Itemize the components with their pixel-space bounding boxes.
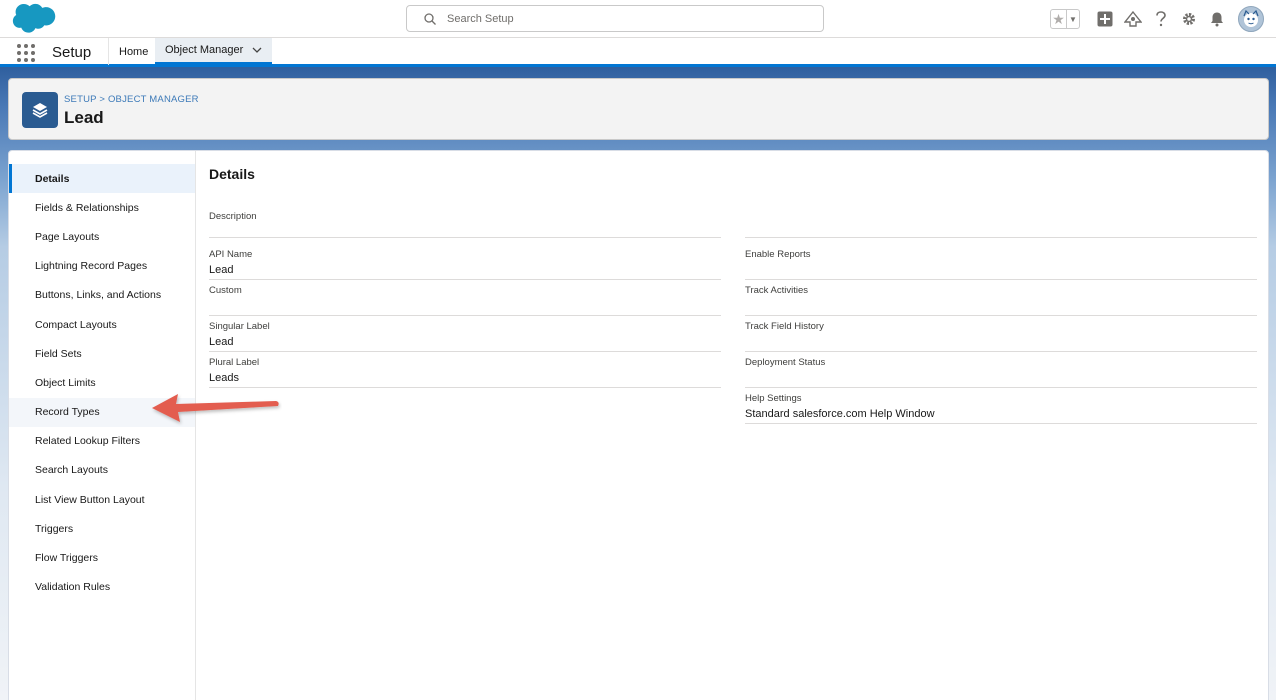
breadcrumb: SETUP > OBJECT MANAGER bbox=[64, 94, 199, 105]
avatar[interactable] bbox=[1238, 6, 1264, 32]
sidebar-item-label: Validation Rules bbox=[35, 581, 111, 594]
field-plural-label: Plural Label Leads bbox=[209, 352, 721, 388]
sidebar-item-label: Buttons, Links, and Actions bbox=[35, 289, 162, 302]
add-icon[interactable] bbox=[1096, 10, 1114, 28]
field-value: Lead bbox=[209, 336, 234, 348]
tab-home-label: Home bbox=[119, 45, 149, 58]
sidebar-item-label: Fields & Relationships bbox=[35, 201, 139, 214]
annotation-arrow-icon bbox=[152, 394, 279, 422]
sidebar-item-label: Field Sets bbox=[35, 347, 82, 360]
help-icon[interactable] bbox=[1152, 10, 1170, 28]
sidebar-item-label: Compact Layouts bbox=[35, 318, 117, 331]
field-label: Singular Label bbox=[209, 321, 270, 332]
global-header: ★ ▼ bbox=[0, 0, 1276, 38]
breadcrumb-object-manager[interactable]: OBJECT MANAGER bbox=[108, 94, 199, 105]
field-custom: Custom bbox=[209, 280, 721, 316]
sidebar-item-label: Related Lookup Filters bbox=[35, 435, 141, 448]
sidebar-item-label: Details bbox=[35, 172, 70, 185]
field-label: Deployment Status bbox=[745, 357, 826, 368]
field-value: Leads bbox=[209, 372, 239, 384]
field-label: Plural Label bbox=[209, 357, 260, 368]
field-value: Lead bbox=[209, 264, 234, 276]
sidebar-item-label: Triggers bbox=[35, 522, 74, 535]
field-label: API Name bbox=[209, 249, 253, 260]
tab-object-manager-label: Object Manager bbox=[165, 44, 244, 56]
star-icon[interactable]: ★ bbox=[1051, 10, 1067, 28]
salesforce-logo[interactable] bbox=[10, 3, 58, 35]
field-api-name: API Name Lead bbox=[209, 244, 721, 280]
breadcrumb-separator: > bbox=[99, 94, 106, 105]
field-deployment-status: Deployment Status bbox=[745, 352, 1257, 388]
layers-icon bbox=[22, 92, 58, 128]
field-help-settings: Help Settings Standard salesforce.com He… bbox=[745, 388, 1257, 424]
sidebar-item-label: Record Types bbox=[35, 406, 100, 419]
field-value: Standard salesforce.com Help Window bbox=[745, 408, 935, 420]
field-label: Track Activities bbox=[745, 285, 808, 296]
breadcrumb-setup[interactable]: SETUP bbox=[64, 94, 97, 105]
sidebar-item-lightning-record-pages[interactable]: Lightning Record Pages bbox=[9, 252, 195, 281]
sidebar-item-related-lookup-filters[interactable]: Related Lookup Filters bbox=[9, 427, 195, 456]
page-title: Lead bbox=[64, 108, 104, 127]
field-label: Description bbox=[209, 211, 257, 222]
app-name: Setup bbox=[52, 44, 92, 61]
sidebar-item-page-layouts[interactable]: Page Layouts bbox=[9, 222, 195, 251]
field-label: Enable Reports bbox=[745, 249, 811, 260]
field-empty bbox=[745, 206, 1257, 238]
sidebar-item-validation-rules[interactable]: Validation Rules bbox=[9, 573, 195, 602]
bell-icon[interactable] bbox=[1208, 10, 1226, 28]
field-enable-reports: Enable Reports bbox=[745, 244, 1257, 280]
field-label: Custom bbox=[209, 285, 242, 296]
sidebar-item-details[interactable]: Details bbox=[9, 164, 195, 194]
field-track-field-history: Track Field History bbox=[745, 316, 1257, 352]
details-panel: Details Description API Name Lead Custom… bbox=[209, 151, 1264, 700]
sidebar-item-label: Page Layouts bbox=[35, 230, 100, 243]
chevron-down-icon[interactable] bbox=[252, 46, 262, 54]
sidebar-item-triggers[interactable]: Triggers bbox=[9, 514, 195, 543]
context-bar: Setup Home Object Manager bbox=[0, 38, 1276, 67]
sidebar-item-label: Flow Triggers bbox=[35, 552, 99, 565]
favorites-group: ★ ▼ bbox=[1050, 9, 1080, 29]
sidebar-item-label: Lightning Record Pages bbox=[35, 260, 148, 273]
search-icon bbox=[424, 13, 436, 25]
sidebar-item-label: Object Limits bbox=[35, 376, 96, 389]
tab-object-manager[interactable]: Object Manager bbox=[155, 38, 272, 65]
header-icons: ★ ▼ bbox=[1050, 4, 1264, 34]
sidebar-item-search-layouts[interactable]: Search Layouts bbox=[9, 456, 195, 485]
app-launcher-icon[interactable] bbox=[17, 44, 35, 62]
search-box[interactable] bbox=[406, 5, 824, 32]
page-header: SETUP > OBJECT MANAGER Lead bbox=[8, 78, 1269, 140]
sidebar-item-compact-layouts[interactable]: Compact Layouts bbox=[9, 310, 195, 339]
sidebar-item-field-sets[interactable]: Field Sets bbox=[9, 339, 195, 368]
sidebar-item-list-view-button-layout[interactable]: List View Button Layout bbox=[9, 485, 195, 514]
field-description: Description bbox=[209, 206, 721, 238]
details-title: Details bbox=[209, 166, 255, 182]
field-track-activities: Track Activities bbox=[745, 280, 1257, 316]
sidebar-item-label: Search Layouts bbox=[35, 464, 108, 477]
sidebar-item-flow-triggers[interactable]: Flow Triggers bbox=[9, 543, 195, 572]
chevron-down-icon[interactable]: ▼ bbox=[1067, 10, 1079, 28]
trailhead-icon[interactable] bbox=[1124, 10, 1142, 28]
search-input[interactable] bbox=[447, 9, 807, 28]
gear-icon[interactable] bbox=[1180, 10, 1198, 28]
field-singular-label: Singular Label Lead bbox=[209, 316, 721, 352]
sidebar-item-fields-relationships[interactable]: Fields & Relationships bbox=[9, 193, 195, 222]
field-label: Help Settings bbox=[745, 393, 802, 404]
sidebar-item-label: List View Button Layout bbox=[35, 493, 145, 506]
field-label: Track Field History bbox=[745, 321, 824, 332]
tab-home[interactable]: Home bbox=[108, 38, 160, 65]
sidebar-item-buttons-links-actions[interactable]: Buttons, Links, and Actions bbox=[9, 281, 195, 310]
